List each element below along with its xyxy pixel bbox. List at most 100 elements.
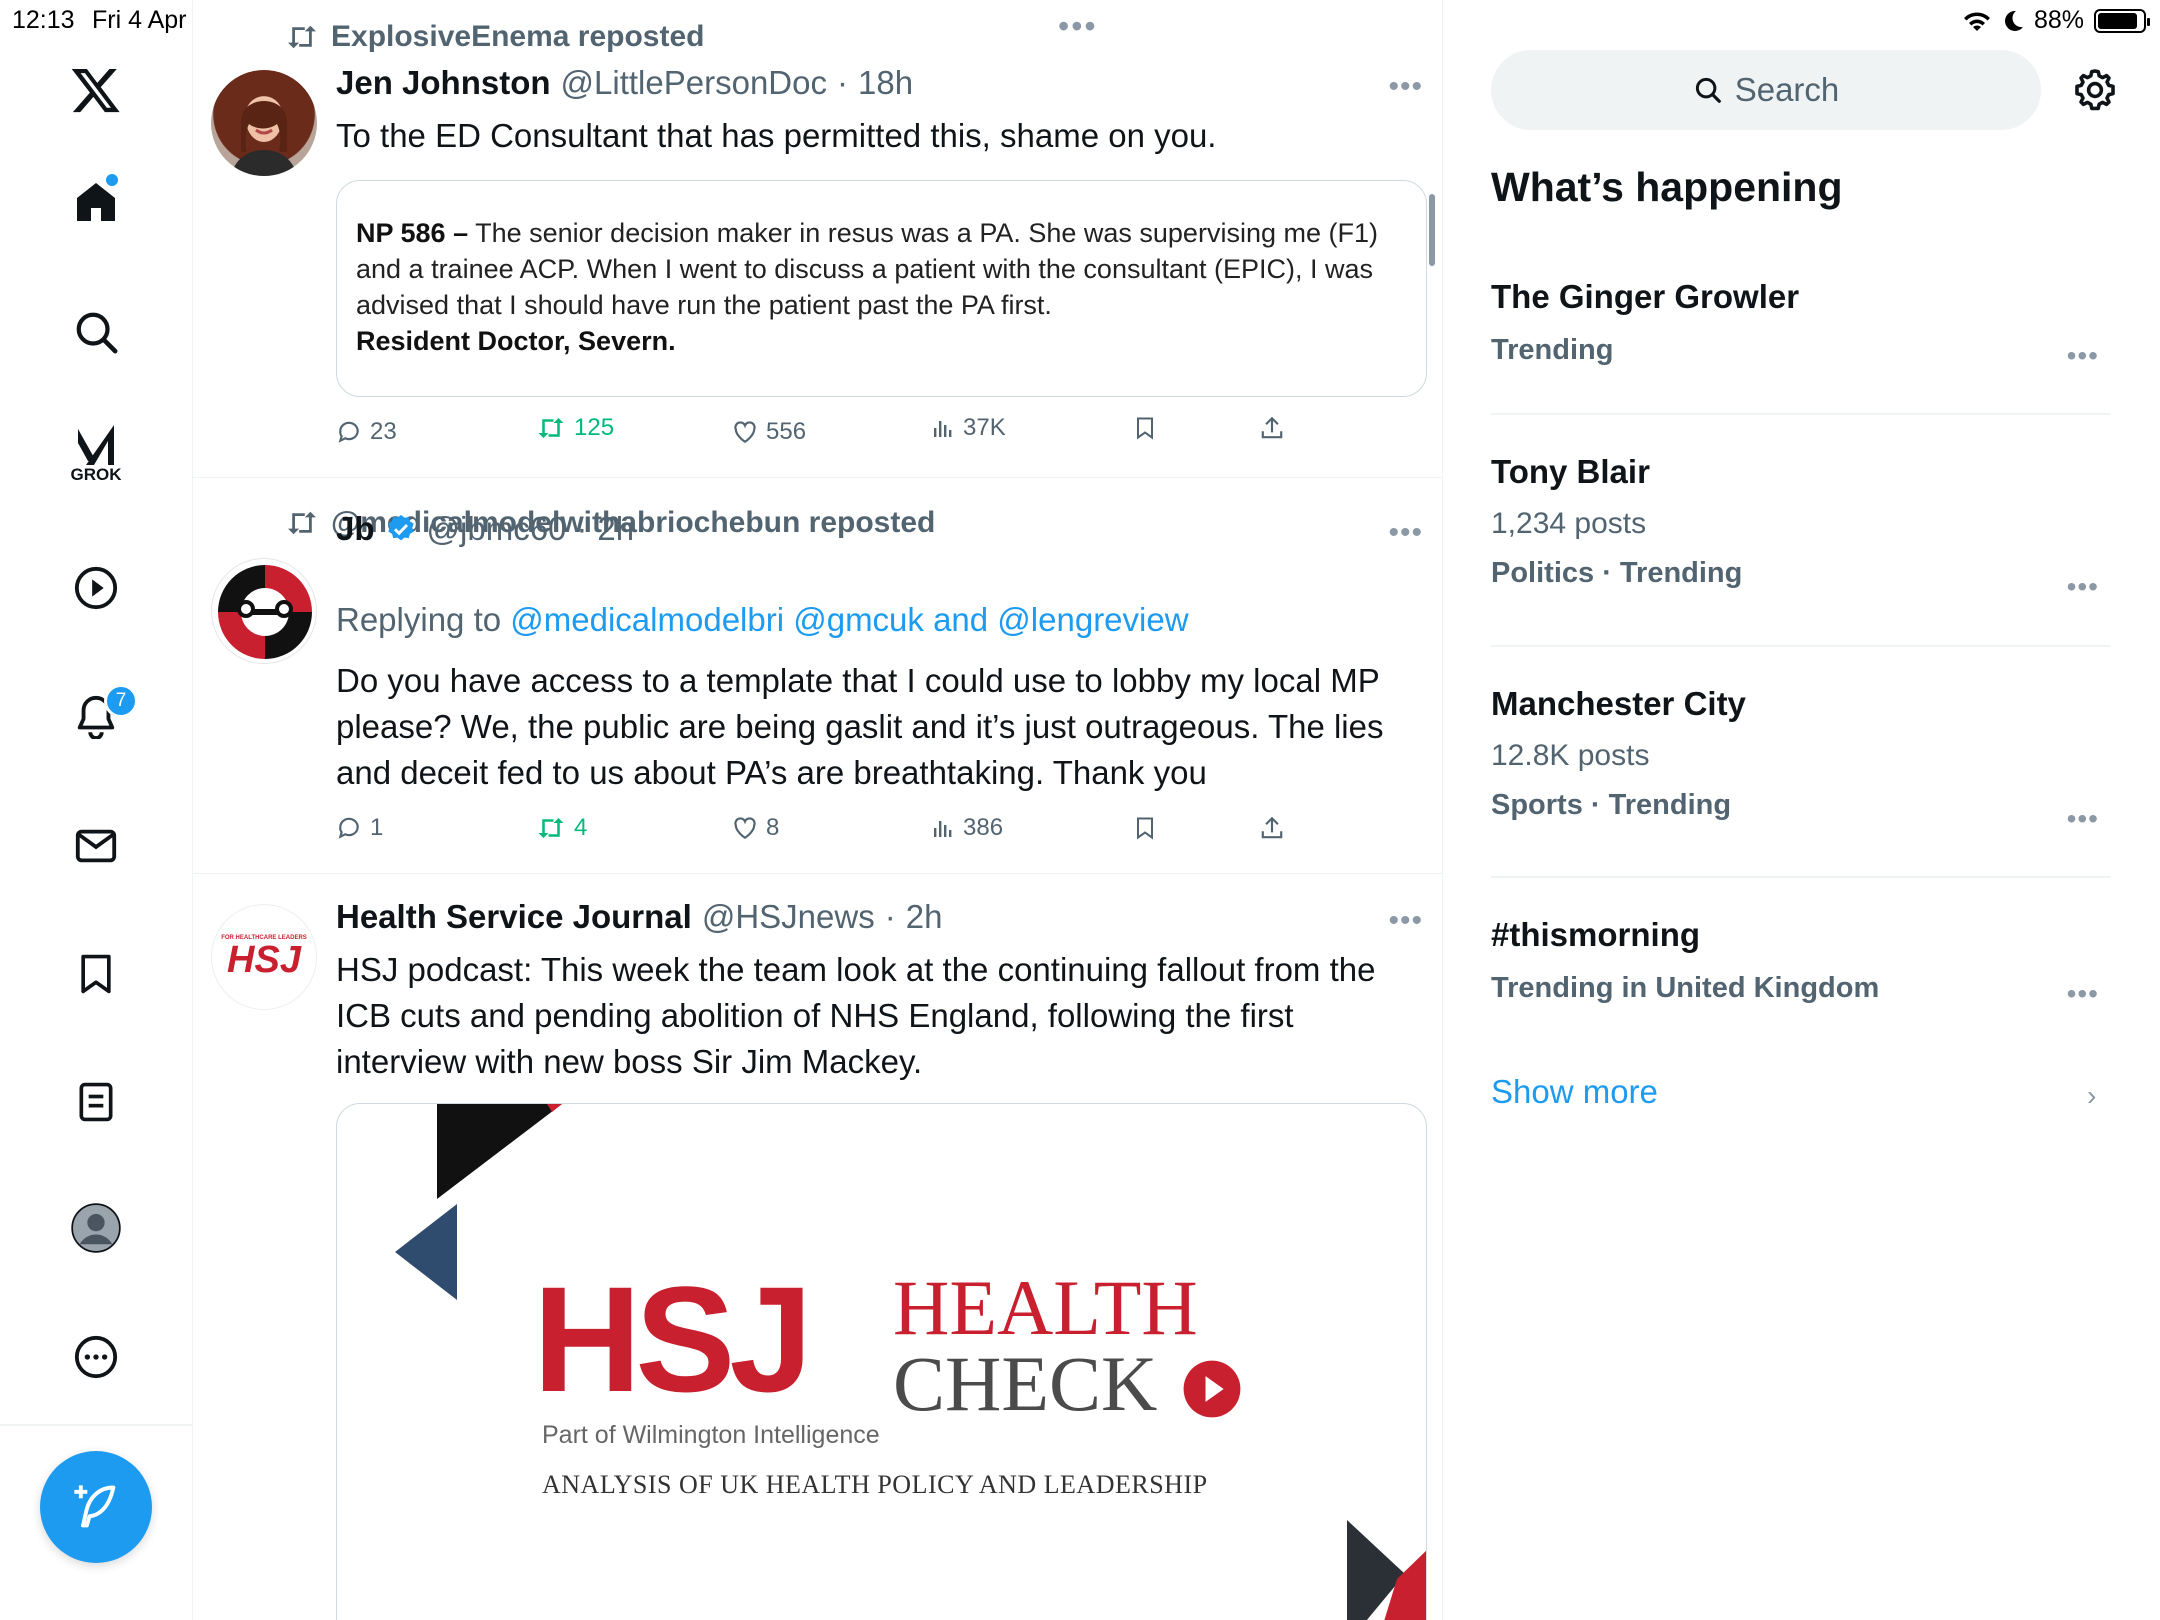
notifications-icon[interactable]: 7 <box>64 684 138 748</box>
right-sidebar: Search What’s happening The Ginger Growl… <box>1443 0 2160 1620</box>
grok-icon[interactable]: GROK <box>64 422 128 486</box>
trend-title: Tony Blair <box>1491 453 1650 490</box>
avatar[interactable] <box>211 558 317 664</box>
views-count: 37K <box>963 414 1006 441</box>
video-icon[interactable] <box>64 556 128 620</box>
x-logo-icon[interactable] <box>64 58 128 122</box>
nav-divider <box>0 1424 193 1426</box>
lists-icon[interactable] <box>64 1070 128 1134</box>
chevron-right-icon[interactable]: › <box>2087 1080 2096 1112</box>
author-handle[interactable]: @jbmc60 <box>427 510 567 548</box>
repost-action-icon <box>538 818 564 838</box>
media-image-card[interactable]: HSJ HEALTH CHECK Part of Wilmington Inte… <box>336 1103 1427 1620</box>
trend-item[interactable]: The Ginger Growler Trending ••• <box>1491 278 2111 371</box>
search-icon[interactable] <box>64 300 128 364</box>
reply-icon <box>338 817 359 839</box>
quote-signoff: Resident Doctor, Severn. <box>356 326 676 356</box>
author-name[interactable]: Jb <box>336 510 375 548</box>
messages-icon[interactable] <box>64 814 128 878</box>
compose-post-button[interactable] <box>40 1451 152 1563</box>
repost-action-icon <box>538 418 564 438</box>
quote-body: The senior decision maker in resus was a… <box>356 218 1378 320</box>
more-options-icon[interactable] <box>64 1325 128 1389</box>
repost-count: 4 <box>574 814 588 841</box>
search-icon <box>1695 77 1721 103</box>
repost-indicator: ExplosiveEnema reposted <box>285 20 704 54</box>
show-more-link[interactable]: Show more <box>1491 1073 1658 1111</box>
trend-more-icon[interactable]: ••• <box>2067 340 2099 372</box>
trend-posts: 1,234 posts <box>1491 507 1647 540</box>
quote-image-card[interactable]: NP 586 – The senior decision maker in re… <box>336 180 1427 397</box>
home-icon[interactable] <box>64 170 128 234</box>
trend-more-icon[interactable]: ••• <box>2067 571 2099 603</box>
reply-button[interactable]: 23 <box>336 418 397 446</box>
tweet-time[interactable]: 2h <box>906 898 943 936</box>
play-icon <box>1183 1360 1241 1418</box>
tweet-time[interactable]: 2h <box>597 510 634 548</box>
replying-prefix: Replying to <box>336 601 502 638</box>
tweet-more-icon[interactable]: ••• <box>1388 516 1423 550</box>
repost-button[interactable]: 4 <box>536 814 587 842</box>
author-name[interactable]: Jen Johnston <box>336 64 551 102</box>
repost-count: 125 <box>574 414 615 441</box>
gear-icon[interactable] <box>2071 66 2119 114</box>
replying-to-links[interactable]: @medicalmodelbri @gmcuk and @lengreview <box>510 601 1188 638</box>
home-unread-dot <box>106 174 118 186</box>
bookmarks-icon[interactable] <box>64 942 128 1006</box>
trend-item[interactable]: Tony Blair 1,234 posts Politics · Trendi… <box>1491 453 2111 602</box>
scrollbar-thumb[interactable] <box>1429 194 1435 266</box>
bookmark-button[interactable] <box>1133 414 1157 442</box>
tweet-card[interactable]: @medicalmodelwithabriochebun reposted Jb… <box>193 478 1442 874</box>
search-placeholder: Search <box>1734 71 1840 108</box>
tweet-card[interactable]: ExplosiveEnema reposted Jen Johnston @Li… <box>193 0 1442 478</box>
share-button[interactable] <box>1259 814 1285 842</box>
like-count: 8 <box>766 814 780 841</box>
quote-text: NP 586 – The senior decision maker in re… <box>356 215 1406 359</box>
reply-button[interactable]: 1 <box>336 814 383 842</box>
author-handle[interactable]: @LittlePersonDoc <box>561 64 827 102</box>
repost-icon <box>288 511 316 535</box>
views-button[interactable]: 386 <box>931 814 1003 842</box>
like-count: 556 <box>766 418 807 445</box>
repost-button[interactable]: 125 <box>536 414 614 442</box>
trend-more-icon[interactable]: ••• <box>2067 803 2099 835</box>
share-button[interactable] <box>1259 414 1285 442</box>
trend-meta: Sports · Trending <box>1491 789 1732 821</box>
trend-meta: Trending <box>1491 334 1614 366</box>
notifications-badge: 7 <box>104 684 138 718</box>
tweet-text: HSJ podcast: This week the team look at … <box>336 951 1376 1080</box>
views-icon <box>934 821 952 837</box>
share-icon <box>1261 816 1283 839</box>
trend-item[interactable]: #thismorning Trending in United Kingdom … <box>1491 916 2111 1009</box>
hsj-logo: HSJ <box>533 1255 813 1423</box>
decorative-triangles <box>395 1104 1426 1620</box>
trend-divider <box>1491 645 2111 647</box>
trend-title: The Ginger Growler <box>1491 278 1800 315</box>
verified-badge-icon <box>387 515 414 541</box>
left-navigation: GROK 7 <box>0 0 193 1620</box>
heart-icon <box>734 421 756 444</box>
hsj-avatar-logo: HSJ <box>227 939 301 981</box>
tweet-more-icon[interactable]: ••• <box>1388 70 1423 104</box>
like-button[interactable]: 556 <box>732 418 806 446</box>
heart-icon <box>734 817 756 840</box>
tweet-actions: 1 4 8 386 <box>336 814 1336 854</box>
bookmark-button[interactable] <box>1133 814 1157 842</box>
views-button[interactable]: 37K <box>931 414 1006 442</box>
like-button[interactable]: 8 <box>732 814 779 842</box>
reply-count: 23 <box>370 418 397 445</box>
avatar[interactable] <box>211 70 317 176</box>
author-name[interactable]: Health Service Journal <box>336 898 692 936</box>
avatar[interactable]: FOR HEALTHCARE LEADERS HSJ <box>211 904 317 1010</box>
tweet-actions: 23 125 556 37K <box>336 414 1336 458</box>
separator-dot: · <box>836 64 848 101</box>
repost-by: ExplosiveEnema reposted <box>331 20 705 53</box>
tweet-time[interactable]: 18h <box>858 64 913 102</box>
search-input[interactable]: Search <box>1491 50 2041 130</box>
author-handle[interactable]: @HSJnews <box>702 898 875 936</box>
trend-item[interactable]: Manchester City 12.8K posts Sports · Tre… <box>1491 685 2111 834</box>
profile-avatar-icon[interactable] <box>64 1196 128 1260</box>
trend-meta: Politics · Trending <box>1491 557 1743 589</box>
tweet-more-icon[interactable]: ••• <box>1388 904 1423 938</box>
trend-more-icon[interactable]: ••• <box>2067 978 2099 1010</box>
